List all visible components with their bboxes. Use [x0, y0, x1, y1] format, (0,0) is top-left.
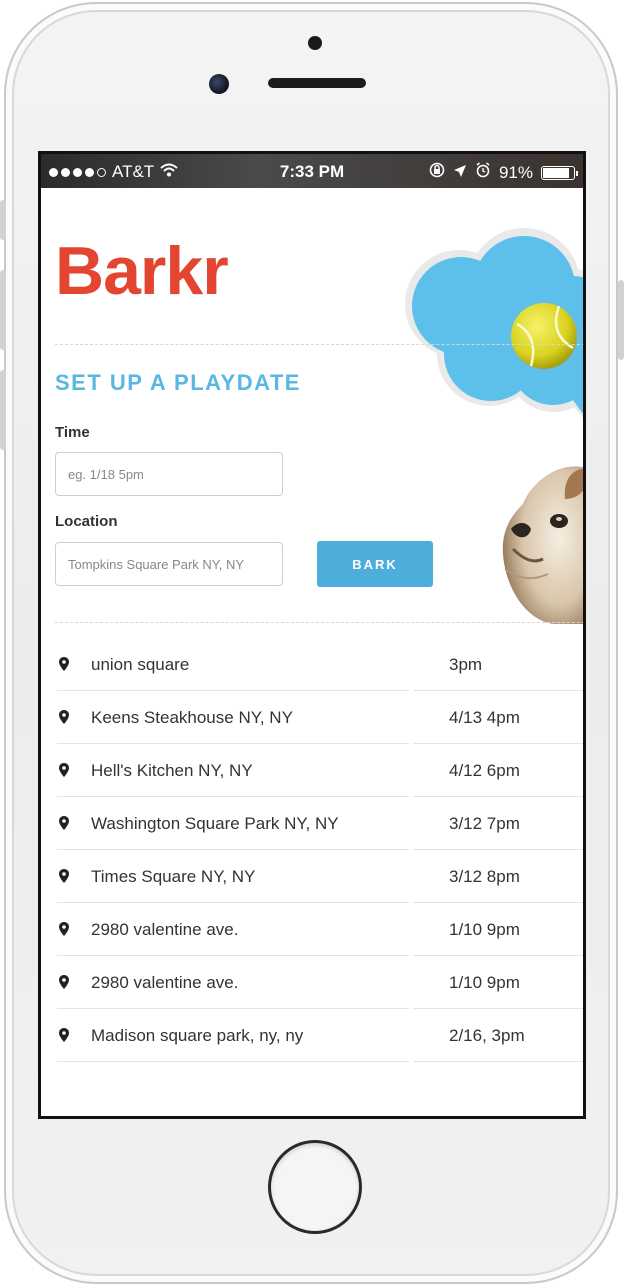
- map-pin-icon: [59, 922, 69, 936]
- form-divider: [55, 622, 583, 623]
- map-pin-icon: [59, 710, 69, 724]
- tennis-ball: [511, 303, 577, 369]
- list-item[interactable]: Hell's Kitchen NY, NY 4/12 6pm: [55, 744, 583, 797]
- list-item[interactable]: 2980 valentine ave. 1/10 9pm: [55, 903, 583, 956]
- playdate-time: 4/13 4pm: [449, 708, 520, 727]
- list-item[interactable]: 2980 valentine ave. 1/10 9pm: [55, 956, 583, 1009]
- map-pin-icon: [59, 975, 69, 989]
- playdate-location: Times Square NY, NY: [91, 867, 256, 886]
- time-label: Time: [55, 424, 90, 441]
- bulldog-illustration: [502, 466, 583, 624]
- proximity-sensor: [308, 36, 322, 50]
- app-logo: Barkr: [55, 233, 229, 309]
- map-pin-icon: [59, 657, 69, 671]
- playdate-location: 2980 valentine ave.: [91, 973, 239, 992]
- mute-switch: [0, 200, 6, 240]
- battery-icon: [541, 165, 578, 180]
- row-divider: [57, 1061, 409, 1062]
- status-bar: AT&T 7:33 PM 91%: [41, 154, 583, 188]
- list-item[interactable]: Times Square NY, NY 3/12 8pm: [55, 850, 583, 903]
- thought-bubble-illustration: [405, 228, 583, 419]
- playdate-location: union square: [91, 655, 190, 674]
- list-item[interactable]: union square 3pm: [55, 638, 583, 691]
- playdate-location: 2980 valentine ave.: [91, 920, 239, 939]
- volume-up-button: [0, 270, 6, 350]
- playdate-time: 2/16, 3pm: [449, 1026, 525, 1045]
- map-pin-icon: [59, 763, 69, 777]
- header-divider: [55, 344, 583, 345]
- location-label: Location: [55, 513, 118, 530]
- time-input[interactable]: [55, 452, 283, 496]
- playdate-time: 1/10 9pm: [449, 920, 520, 939]
- location-input[interactable]: [55, 542, 283, 586]
- map-pin-icon: [59, 1028, 69, 1042]
- earpiece-speaker: [268, 78, 366, 88]
- playdate-location: Keens Steakhouse NY, NY: [91, 708, 293, 727]
- playdate-list: union square 3pm Keens Steakhouse NY, NY 4/…: [55, 638, 583, 1062]
- bark-button[interactable]: BARK: [317, 541, 433, 587]
- list-item[interactable]: Keens Steakhouse NY, NY 4/13 4pm: [55, 691, 583, 744]
- playdate-time: 3/12 8pm: [449, 867, 520, 886]
- front-camera: [209, 74, 229, 94]
- power-button: [618, 280, 624, 360]
- section-title: SET UP A PLAYDATE: [55, 370, 301, 395]
- playdate-time: 1/10 9pm: [449, 973, 520, 992]
- rotation-lock-icon: [429, 162, 445, 183]
- battery-percent: 91%: [498, 162, 533, 182]
- home-button[interactable]: [268, 1140, 362, 1234]
- playdate-location: Hell's Kitchen NY, NY: [91, 761, 253, 780]
- phone-screen: AT&T 7:33 PM 91% Barkr SET UP A PLAYDATE…: [38, 151, 586, 1119]
- volume-down-button: [0, 370, 6, 450]
- list-item[interactable]: Madison square park, ny, ny 2/16, 3pm: [55, 1009, 583, 1062]
- playdate-location: Washington Square Park NY, NY: [91, 814, 339, 833]
- row-divider: [413, 1061, 583, 1062]
- playdate-time: 3pm: [449, 655, 483, 674]
- location-arrow-icon: [453, 163, 467, 183]
- playdate-time: 3/12 7pm: [449, 814, 520, 833]
- alarm-icon: [475, 162, 491, 183]
- list-item[interactable]: Washington Square Park NY, NY 3/12 7pm: [55, 797, 583, 850]
- playdate-time: 4/12 6pm: [449, 761, 520, 780]
- playdate-location: Madison square park, ny, ny: [91, 1026, 304, 1045]
- map-pin-icon: [59, 869, 69, 883]
- map-pin-icon: [59, 816, 69, 830]
